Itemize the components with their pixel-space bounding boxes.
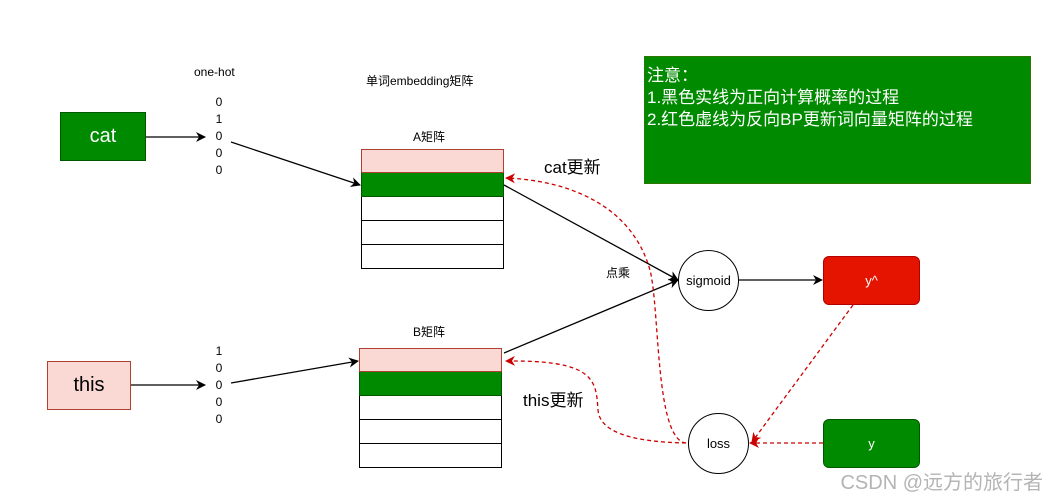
onehot-value: 1 xyxy=(215,344,223,358)
matrix-b xyxy=(359,348,502,468)
cat-update-label: cat更新 xyxy=(544,158,601,177)
onehot-value: 0 xyxy=(215,412,223,426)
note-box: 注意： 1.黑色实线为正向计算概率的过程 2.红色虚线为反向BP更新词向量矩阵的… xyxy=(644,56,1031,184)
onehot-value: 0 xyxy=(215,395,223,409)
matrix-a-row xyxy=(361,221,504,245)
onehot-value: 0 xyxy=(215,378,223,392)
onehot-value: 1 xyxy=(215,112,223,126)
note-title: 注意： xyxy=(647,66,698,85)
arrow-matrix-b-to-sigmoid xyxy=(503,278,679,354)
embedding-title: 单词embedding矩阵 xyxy=(366,74,474,88)
matrix-b-row xyxy=(359,372,502,396)
matrix-b-row-this xyxy=(359,348,502,372)
matrix-b-row xyxy=(359,420,502,444)
onehot-value: 0 xyxy=(215,163,223,177)
loss-label: loss xyxy=(706,436,731,451)
loss-node[interactable]: loss xyxy=(688,413,749,474)
sigmoid-label: sigmoid xyxy=(686,273,731,288)
dot-product-label: 点乘 xyxy=(606,266,631,280)
word-label-this: this xyxy=(73,374,105,396)
matrix-a-row xyxy=(361,149,504,173)
matrix-a-row xyxy=(361,197,504,221)
onehot-value: 0 xyxy=(215,361,223,375)
sigmoid-node[interactable]: sigmoid xyxy=(678,250,739,311)
matrix-b-row xyxy=(359,444,502,468)
word-box-cat[interactable]: cat xyxy=(60,112,146,161)
this-update-label: this更新 xyxy=(523,391,584,410)
matrix-a-title: A矩阵 xyxy=(413,130,446,144)
onehot-vector-cat: 0 1 0 0 0 xyxy=(212,94,226,179)
arrow-onehot-to-matrix-b xyxy=(230,357,359,384)
y-hat-node[interactable]: y^ xyxy=(823,256,920,305)
word-box-this[interactable]: this xyxy=(47,361,131,410)
matrix-b-row xyxy=(359,396,502,420)
matrix-a-row-cat xyxy=(361,173,504,197)
onehot-value: 0 xyxy=(215,95,223,109)
y-label: y xyxy=(868,436,875,451)
matrix-a-row xyxy=(361,245,504,269)
arrow-onehot-to-matrix-a xyxy=(230,141,361,187)
matrix-b-title: B矩阵 xyxy=(413,325,446,339)
note-line-1: 1.黑色实线为正向计算概率的过程 xyxy=(647,88,900,107)
onehot-vector-this: 1 0 0 0 0 xyxy=(212,343,226,428)
watermark: CSDN @远方的旅行者 xyxy=(840,472,1043,494)
onehot-value: 0 xyxy=(215,129,223,143)
word-label-cat: cat xyxy=(89,125,117,147)
y-hat-label: y^ xyxy=(865,273,878,288)
y-node[interactable]: y xyxy=(823,419,920,468)
note-line-2: 2.红色虚线为反向BP更新词向量矩阵的过程 xyxy=(647,110,973,129)
matrix-a xyxy=(361,149,504,269)
onehot-title: one-hot xyxy=(194,65,235,79)
onehot-value: 0 xyxy=(215,146,223,160)
